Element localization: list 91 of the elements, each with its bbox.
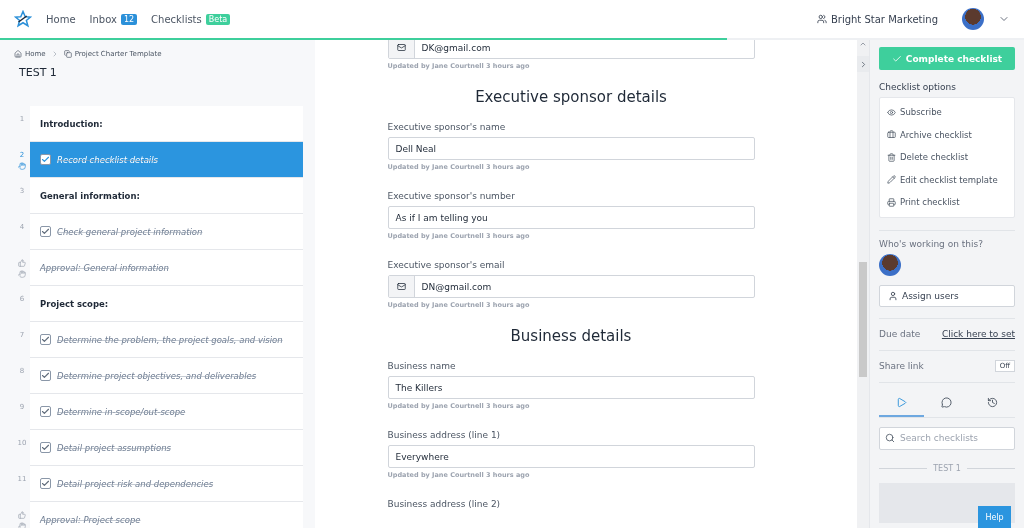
item-label: Detail project assumptions [57, 442, 171, 453]
section-title: Who's working on this? [879, 238, 984, 249]
option-link[interactable]: Delete checklist [887, 146, 1007, 169]
field-label: Executive sponsor's number [387, 191, 516, 201]
avatar[interactable] [962, 8, 984, 30]
item-label: Record checklist details [57, 154, 158, 165]
archive-icon [887, 130, 896, 140]
field-label: Business name [387, 361, 457, 371]
input-field[interactable]: Dell Neal [387, 137, 755, 160]
mail-icon [396, 43, 406, 52]
input-field[interactable]: Everywhere [387, 445, 755, 468]
checkbox[interactable] [40, 226, 51, 237]
item-label: Introduction: [40, 118, 103, 129]
item-label: Detail project risk and dependencies [57, 478, 214, 489]
option-link[interactable]: Edit checklist template [887, 168, 1007, 191]
input-field[interactable]: DK@gmail.com [387, 40, 755, 59]
item-label: Project scope: [40, 298, 109, 309]
collapse-button[interactable] [857, 56, 869, 72]
section-heading: Business details [509, 327, 633, 345]
thumbs-up-icon [18, 259, 26, 267]
search-icon [885, 432, 895, 443]
item-label: Determine project objectives, and deliverables [57, 370, 257, 381]
users-icon [816, 14, 827, 24]
hand-icon [18, 162, 26, 170]
history-icon [986, 397, 998, 408]
nav-link[interactable]: Checklists Beta [151, 13, 231, 25]
copy-icon [63, 50, 72, 58]
checkbox[interactable] [40, 370, 51, 381]
hand-icon [18, 270, 26, 278]
item-label: Determine in-scope/out-scope [57, 406, 186, 417]
scrollbar-thumb[interactable] [859, 262, 867, 377]
nav-link[interactable]: Inbox 12 [89, 13, 138, 25]
option-link[interactable]: Subscribe [887, 101, 1007, 124]
item-label: Approval: Project scope [40, 514, 141, 525]
checklist-item[interactable]: Detail project assumptions [30, 430, 303, 466]
field-label: Executive sponsor's email [387, 260, 506, 270]
options-title: Checklist options [879, 82, 957, 92]
input-field[interactable]: DN@gmail.com [387, 275, 755, 298]
option-link[interactable]: Print checklist [887, 191, 1007, 214]
checklist-item[interactable]: Introduction: [30, 106, 303, 142]
item-label: General information: [40, 190, 140, 201]
field-label: Business address (line 2) [387, 499, 502, 509]
hand-icon [18, 522, 26, 528]
checklist-title: TEST 1 [19, 66, 58, 81]
checklist-item[interactable]: Project scope: [30, 286, 303, 322]
checkbox[interactable] [40, 442, 51, 453]
checklist-item[interactable]: Determine the problem, the project goals, and vision [30, 322, 303, 358]
input-field[interactable]: As if I am telling you [387, 206, 755, 229]
scroll-up-icon[interactable] [859, 40, 867, 48]
printer-icon [887, 197, 896, 207]
checklist-item[interactable]: Determine project objectives, and deliverables [30, 358, 303, 394]
checkbox[interactable] [40, 478, 51, 489]
option-link[interactable]: Archive checklist [887, 123, 1007, 146]
input-field[interactable]: The Killers [387, 376, 755, 399]
pencil-icon [887, 175, 896, 185]
checklist-item[interactable]: Approval: Project scope [30, 502, 303, 528]
field-label: Business address (line 1) [387, 430, 502, 440]
share-link-label: Share link [879, 361, 924, 371]
comment-icon [941, 397, 953, 408]
group-label: TEST 1 [933, 463, 961, 473]
thumbs-up-icon [18, 511, 26, 519]
user-icon [888, 290, 898, 301]
item-label: Check general project information [57, 226, 203, 237]
checkbox[interactable] [40, 334, 51, 345]
home-icon [14, 50, 22, 58]
nav-link[interactable]: Home [46, 13, 76, 25]
avatar [879, 253, 901, 276]
play-icon [896, 397, 908, 408]
checkbox[interactable] [40, 406, 51, 417]
field-label: Executive sponsor's name [387, 122, 507, 132]
mail-icon [396, 282, 406, 291]
eye-icon [887, 107, 896, 117]
due-date-label: Due date [879, 329, 921, 339]
checkbox[interactable] [40, 154, 51, 165]
count-badge: 12 [120, 13, 138, 25]
search-field[interactable]: Search checklists [879, 426, 1015, 450]
set-due-date-link[interactable]: Click here to set [941, 329, 1015, 339]
item-label: Determine the problem, the project goals, and vision [57, 334, 283, 345]
check-icon [891, 53, 902, 64]
beta-badge: Beta [205, 13, 231, 25]
organization-link[interactable]: Bright Star Marketing [816, 13, 938, 25]
checklist-item[interactable]: Detail project risk and dependencies [30, 466, 303, 502]
trash-icon [887, 152, 896, 162]
item-label: Approval: General information [40, 262, 169, 273]
checklist-item[interactable]: Approval: General information [30, 250, 303, 286]
checklist-item[interactable]: Determine in-scope/out-scope [30, 394, 303, 430]
assign-users-button[interactable]: Assign users [879, 284, 1015, 307]
section-heading: Executive sponsor details [474, 88, 668, 106]
checklist-item[interactable]: General information: [30, 178, 303, 214]
star-logo-icon[interactable] [14, 10, 32, 28]
checklist-item[interactable]: Check general project information [30, 214, 303, 250]
